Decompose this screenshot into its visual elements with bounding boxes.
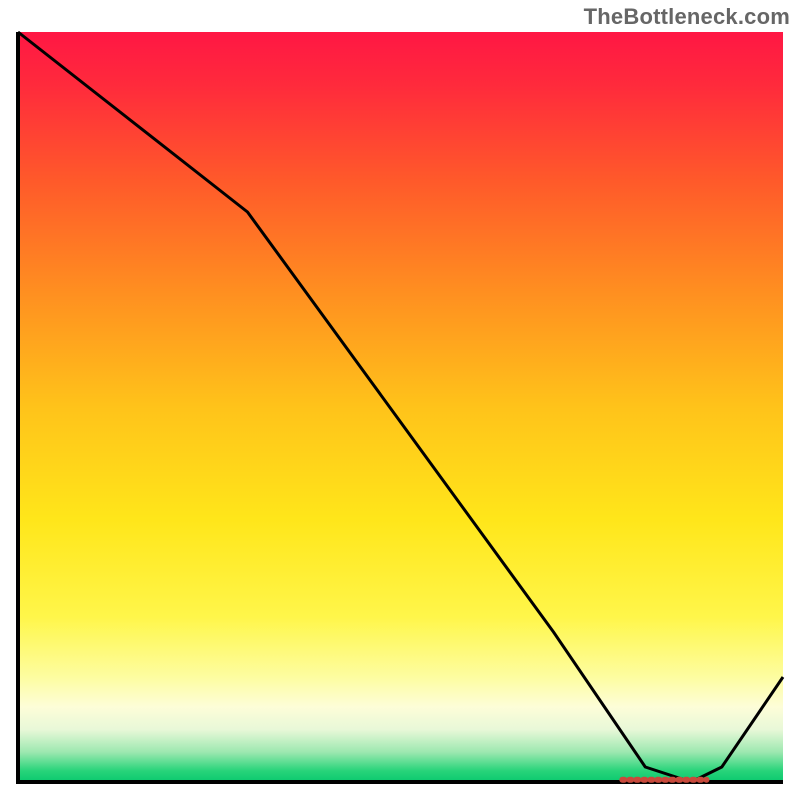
chart-svg — [0, 0, 800, 800]
plot-area — [18, 32, 783, 782]
gradient-background — [18, 32, 783, 782]
watermark-text: TheBottleneck.com — [584, 4, 790, 30]
chart-container: TheBottleneck.com — [0, 0, 800, 800]
